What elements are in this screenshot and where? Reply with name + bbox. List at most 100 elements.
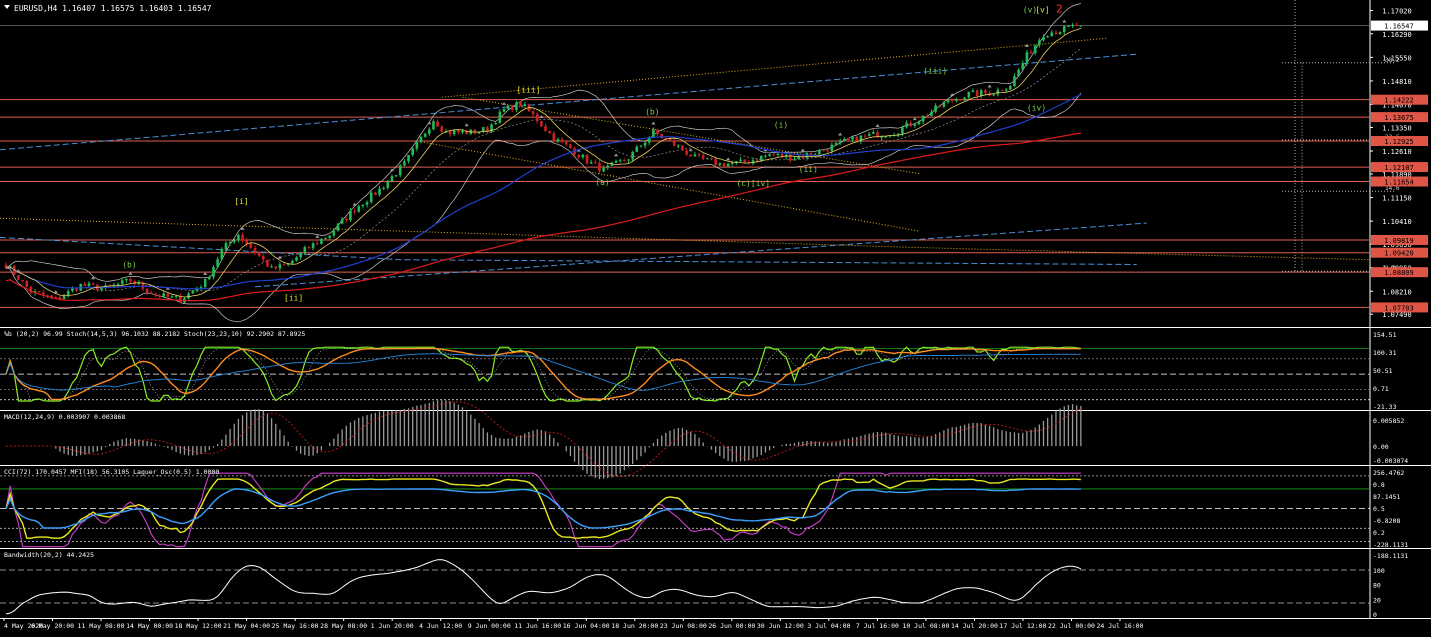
candle-body [361, 204, 365, 207]
candle-body [710, 158, 713, 160]
candle-body [1042, 36, 1045, 41]
candle-body [349, 210, 352, 220]
candle-body [963, 97, 966, 101]
fractal-up-marker [539, 115, 544, 119]
price-level-label: 1.12925 [1384, 138, 1414, 146]
bandwidth-scale-label: -188.1131 [1373, 552, 1408, 560]
bandwidth-scale-label: 20 [1373, 596, 1381, 604]
candle-body [722, 163, 726, 167]
candle-body [1021, 63, 1025, 70]
stoch-scale-label: 154.51 [1373, 331, 1397, 339]
candle-body [419, 136, 423, 143]
stoch-scale-label: -21.33 [1373, 403, 1397, 411]
candle-body [996, 89, 1000, 95]
candle-body [291, 260, 294, 264]
candle-body [220, 249, 224, 260]
cci-scale-label: 0.8 [1373, 481, 1385, 489]
price-level-label: 1.07703 [1384, 304, 1414, 312]
cci-scale-label: 256.4762 [1373, 469, 1404, 477]
candle-body [253, 247, 257, 253]
stoch-scale-label: 100.31 [1373, 349, 1397, 357]
time-axis-label: 10 Jul 08:00 [902, 622, 949, 630]
candle-body [1062, 26, 1066, 33]
candle-body [125, 278, 128, 281]
candle-body [71, 288, 74, 291]
macd-panel-title: MACD(12,24,9) 0.003907 0.003868 [4, 413, 125, 421]
candle-body [714, 159, 717, 166]
candle-body [436, 121, 439, 127]
elliott-wave-label: (i) [774, 120, 788, 129]
fractal-up-marker [688, 148, 693, 152]
candle-body [83, 283, 87, 286]
candle-body [511, 105, 514, 111]
time-axis-label: 18 May 12:00 [175, 622, 222, 630]
candle-body [681, 145, 684, 151]
symbol-header: EURUSD,H4 1.16407 1.16575 1.16403 1.1654… [14, 4, 212, 13]
candle-body [627, 159, 630, 161]
candle-body [386, 181, 390, 188]
candle-body [17, 275, 20, 281]
fib-fan-lower [0, 217, 1371, 261]
fractal-up-marker [502, 101, 506, 105]
price-chart[interactable]: 38.223.614.60.0 [i][ii][iii](b)(b)(a)(c)… [0, 0, 1431, 633]
time-axis-label: 30 Jun 12:00 [757, 622, 804, 630]
candle-body [378, 188, 381, 195]
price-scale-label: 1.12610 [1382, 148, 1412, 156]
candle-body [1071, 24, 1074, 26]
candle-body [515, 102, 518, 111]
time-axis-label: 11 Jun 16:00 [514, 622, 561, 630]
candle-body [851, 136, 854, 140]
fractal-up-marker [389, 168, 394, 172]
candle-body [365, 202, 369, 205]
candle-body [531, 111, 535, 115]
candle-body [689, 154, 693, 157]
candle-body [411, 148, 414, 156]
candle-body [569, 144, 572, 149]
candle-body [706, 158, 709, 160]
candle-body [917, 121, 921, 125]
symbol-menu-icon[interactable] [4, 5, 10, 9]
fractal-up-marker [875, 123, 880, 127]
fractal-up-marker [427, 121, 432, 125]
candle-body [1079, 25, 1083, 27]
elliott-wave-label: [v] [1035, 5, 1049, 14]
candle-body [718, 163, 722, 166]
candle-body [581, 154, 585, 158]
elliott-wave-label: (b) [122, 261, 136, 270]
candle-body [764, 155, 767, 157]
candle-body [266, 259, 269, 267]
elliott-wave-label: [ii] [284, 294, 303, 303]
time-axis-label: 26 Jun 00:00 [708, 622, 755, 630]
price-scale-label: 1.13350 [1382, 124, 1412, 132]
time-axis-label: 21 May 04:00 [223, 622, 270, 630]
candle-body [1017, 69, 1020, 77]
candle-body [170, 296, 174, 298]
candle-body [498, 111, 502, 123]
candle-body [934, 105, 937, 112]
candle-body [772, 154, 776, 156]
time-axis-label: 7 Jul 16:00 [856, 622, 899, 630]
current-price-label: 1.16547 [1384, 23, 1414, 31]
candle-body [843, 138, 846, 141]
candle-body [336, 223, 340, 231]
candle-body [262, 255, 265, 260]
chart-window[interactable]: 38.223.614.60.0 [i][ii][iii](b)(b)(a)(c)… [0, 0, 1431, 633]
time-axis-label: 9 Jun 00:00 [468, 622, 511, 630]
candle-body [519, 102, 522, 106]
candle-body [282, 264, 286, 266]
candle-body [440, 126, 444, 132]
candle-body [660, 134, 663, 139]
candle-body [635, 146, 639, 152]
candle-body [328, 235, 331, 238]
time-axis-label: 1 Jun 20:00 [371, 622, 414, 630]
candle-body [1029, 52, 1033, 54]
time-axis-label: 25 May 16:00 [272, 622, 319, 630]
candle-body [37, 291, 41, 293]
candle-body [548, 131, 551, 134]
candle-body [324, 237, 327, 239]
bandwidth-scale-label: 0 [1373, 611, 1377, 619]
candle-body [228, 242, 232, 244]
fractal-up-marker [315, 234, 320, 238]
price-level-label: 1.12107 [1384, 164, 1414, 172]
candle-body [166, 293, 170, 297]
